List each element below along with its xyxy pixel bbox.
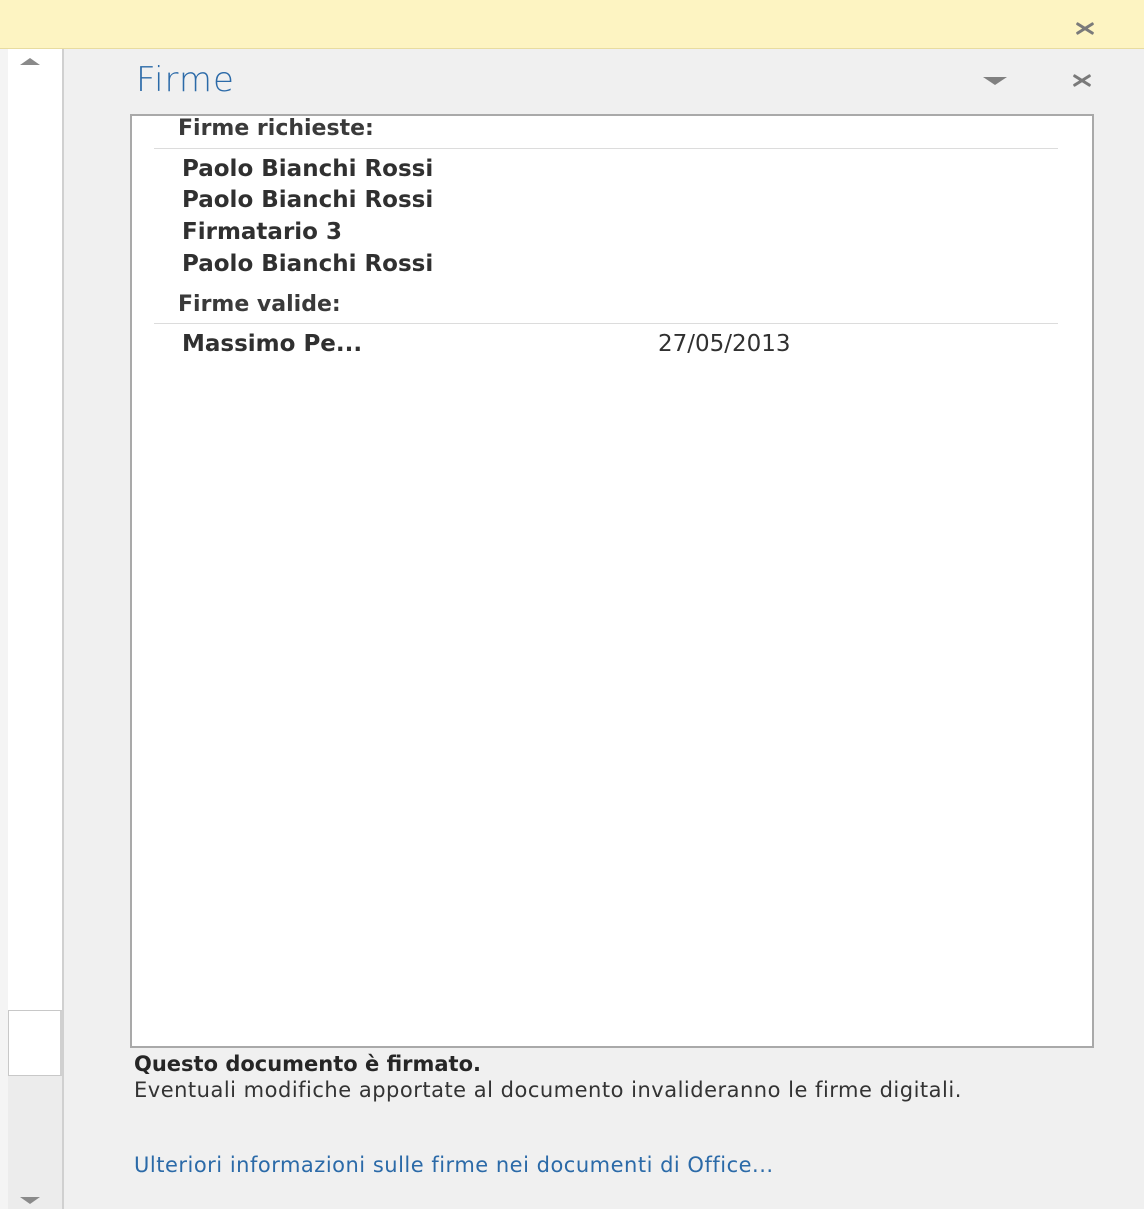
arrow-up-icon[interactable]	[20, 58, 40, 65]
list-item[interactable]: Firmatario 3	[182, 219, 342, 245]
more-info-link[interactable]: Ulteriori informazioni sulle firme nei d…	[134, 1154, 994, 1177]
list-item[interactable]: Paolo Bianchi Rossi	[182, 187, 433, 213]
required-signatures-header: Firme richieste:	[178, 116, 374, 141]
notification-bar	[0, 0, 1144, 49]
section-divider	[154, 148, 1058, 149]
list-item[interactable]: Paolo Bianchi Rossi	[182, 156, 433, 182]
section-divider	[154, 323, 1058, 324]
scrollbar-lower-track[interactable]	[8, 1076, 64, 1209]
signed-status-text: Eventuali modifiche apportate al documen…	[134, 1078, 962, 1102]
signature-date: 27/05/2013	[658, 331, 791, 357]
valid-signatures-header: Firme valide:	[178, 292, 341, 317]
pane-title: Firme	[136, 60, 235, 100]
signed-status-title: Questo documento è firmato.	[134, 1052, 482, 1076]
close-icon[interactable]	[1075, 18, 1095, 38]
dropdown-arrow-icon[interactable]	[983, 77, 1007, 85]
close-icon[interactable]	[1072, 70, 1092, 90]
scrollbar-thumb[interactable]	[8, 1010, 62, 1076]
signatures-list: Firme richieste: Paolo Bianchi Rossi Pao…	[130, 114, 1094, 1048]
list-item[interactable]: Paolo Bianchi Rossi	[182, 251, 433, 277]
list-item[interactable]: Massimo Pe...	[182, 331, 362, 357]
arrow-down-icon[interactable]	[20, 1197, 40, 1204]
